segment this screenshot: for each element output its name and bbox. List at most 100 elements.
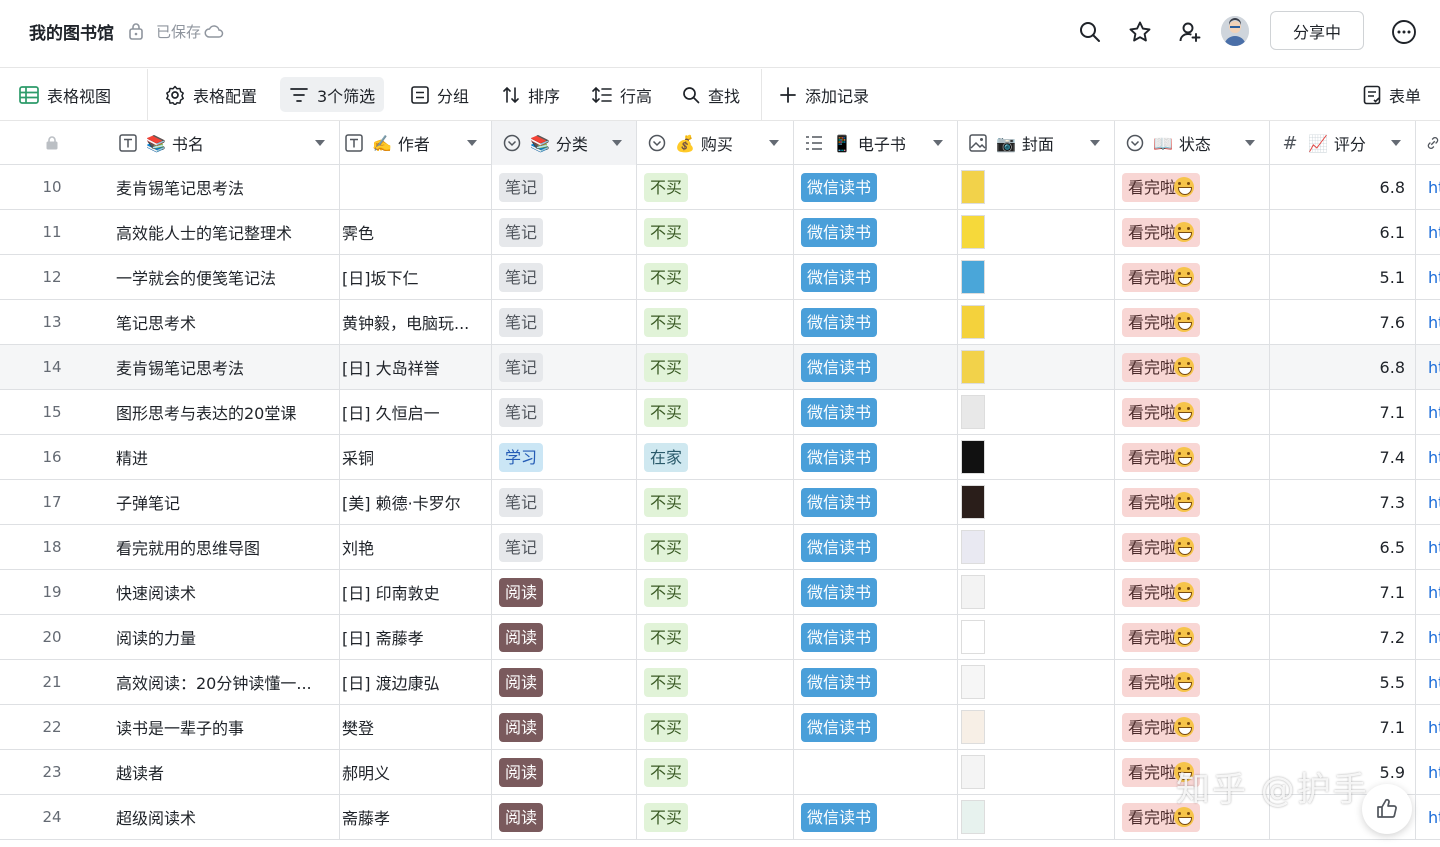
author-cell[interactable]: [美] 赖德·卡罗尔 (340, 480, 492, 524)
book-name-cell[interactable]: 高效阅读：20分钟读懂一... (104, 660, 340, 704)
score-cell[interactable]: 5.5 (1270, 660, 1416, 704)
status-cell[interactable]: 看完啦 (1115, 345, 1270, 389)
category-cell[interactable]: 笔记 (492, 255, 637, 299)
score-cell[interactable]: 7.1 (1270, 390, 1416, 434)
link-cell[interactable]: ht (1416, 300, 1440, 344)
category-cell[interactable]: 阅读 (492, 750, 637, 794)
category-cell[interactable]: 学习 (492, 435, 637, 479)
column-header-buy[interactable]: 💰 购买 (637, 121, 794, 165)
ebook-cell[interactable]: 微信读书 (794, 615, 958, 659)
user-avatar[interactable] (1221, 16, 1249, 46)
grid-view-tab[interactable]: 表格视图 (10, 77, 120, 112)
link-cell[interactable]: ht (1416, 255, 1440, 299)
book-cover-thumbnail[interactable] (961, 710, 985, 744)
book-name-cell[interactable]: 看完就用的思维导图 (104, 525, 340, 569)
table-row[interactable]: 19 快速阅读术 [日] 印南敦史 阅读 不买 微信读书 看完啦 7.1 ht (0, 570, 1440, 615)
link-cell[interactable]: ht (1416, 795, 1440, 839)
author-cell[interactable]: [日]坂下仁 (340, 255, 492, 299)
book-name-cell[interactable]: 精进 (104, 435, 340, 479)
category-cell[interactable]: 笔记 (492, 210, 637, 254)
buy-cell[interactable]: 不买 (637, 300, 794, 344)
buy-cell[interactable]: 不买 (637, 705, 794, 749)
column-header-status[interactable]: 📖 状态 (1115, 121, 1270, 165)
book-name-cell[interactable]: 一学就会的便笺笔记法 (104, 255, 340, 299)
table-row[interactable]: 18 看完就用的思维导图 刘艳 笔记 不买 微信读书 看完啦 6.5 ht (0, 525, 1440, 570)
score-cell[interactable]: 7.2 (1270, 615, 1416, 659)
status-cell[interactable]: 看完啦 (1115, 615, 1270, 659)
score-cell[interactable]: 6.5 (1270, 525, 1416, 569)
buy-cell[interactable]: 不买 (637, 390, 794, 434)
book-cover-thumbnail[interactable] (961, 530, 985, 564)
book-cover-thumbnail[interactable] (961, 260, 985, 294)
chevron-down-icon[interactable] (933, 140, 943, 146)
favorite-button[interactable] (1124, 16, 1156, 48)
link-cell[interactable]: ht (1416, 210, 1440, 254)
cover-cell[interactable] (958, 210, 1115, 254)
book-name-cell[interactable]: 麦肯锡笔记思考法 (104, 165, 340, 209)
book-name-cell[interactable]: 快速阅读术 (104, 570, 340, 614)
score-cell[interactable]: 6.1 (1270, 210, 1416, 254)
book-name-cell[interactable]: 图形思考与表达的20堂课 (104, 390, 340, 434)
score-cell[interactable]: 7.4 (1270, 435, 1416, 479)
column-header-score[interactable]: # 📈 评分 (1270, 121, 1416, 165)
status-cell[interactable]: 看完啦 (1115, 210, 1270, 254)
table-row[interactable]: 20 阅读的力量 [日] 斋藤孝 阅读 不买 微信读书 看完啦 7.2 ht (0, 615, 1440, 660)
buy-cell[interactable]: 不买 (637, 570, 794, 614)
table-row[interactable]: 11 高效能人士的笔记整理术 霁色 笔记 不买 微信读书 看完啦 6.1 ht (0, 210, 1440, 255)
status-cell[interactable]: 看完啦 (1115, 705, 1270, 749)
book-name-cell[interactable]: 子弹笔记 (104, 480, 340, 524)
category-cell[interactable]: 阅读 (492, 705, 637, 749)
author-cell[interactable]: 郝明义 (340, 750, 492, 794)
ebook-cell[interactable]: 微信读书 (794, 705, 958, 749)
ebook-cell[interactable]: 微信读书 (794, 525, 958, 569)
share-button[interactable]: 分享中 (1270, 11, 1364, 50)
category-cell[interactable]: 笔记 (492, 525, 637, 569)
link-cell[interactable]: ht (1416, 615, 1440, 659)
column-header-category[interactable]: 📚 分类 (492, 121, 637, 165)
book-cover-thumbnail[interactable] (961, 755, 985, 789)
table-row[interactable]: 14 麦肯锡笔记思考法 [日] 大岛祥誉 笔记 不买 微信读书 看完啦 6.8 ht (0, 345, 1440, 390)
book-cover-thumbnail[interactable] (961, 305, 985, 339)
book-name-cell[interactable]: 越读者 (104, 750, 340, 794)
add-record-button[interactable]: 添加记录 (770, 77, 878, 112)
link-cell[interactable]: ht (1416, 390, 1440, 434)
link-cell[interactable]: ht (1416, 570, 1440, 614)
chevron-down-icon[interactable] (467, 140, 477, 146)
score-cell[interactable]: 7.6 (1270, 300, 1416, 344)
author-cell[interactable]: [日] 久恒启一 (340, 390, 492, 434)
link-cell[interactable]: ht (1416, 525, 1440, 569)
category-cell[interactable]: 笔记 (492, 345, 637, 389)
link-cell[interactable]: ht (1416, 660, 1440, 704)
cover-cell[interactable] (958, 165, 1115, 209)
book-name-cell[interactable]: 读书是一辈子的事 (104, 705, 340, 749)
filter-button[interactable]: 3个筛选 (280, 77, 385, 112)
cover-cell[interactable] (958, 660, 1115, 704)
link-cell[interactable]: ht (1416, 165, 1440, 209)
table-row[interactable]: 10 麦肯锡笔记思考法 笔记 不买 微信读书 看完啦 6.8 ht (0, 165, 1440, 210)
author-cell[interactable] (340, 165, 492, 209)
author-cell[interactable]: 采铜 (340, 435, 492, 479)
ebook-cell[interactable]: 微信读书 (794, 795, 958, 839)
status-cell[interactable]: 看完啦 (1115, 255, 1270, 299)
cover-cell[interactable] (958, 255, 1115, 299)
cover-cell[interactable] (958, 300, 1115, 344)
book-cover-thumbnail[interactable] (961, 665, 985, 699)
ebook-cell[interactable]: 微信读书 (794, 660, 958, 704)
ebook-cell[interactable] (794, 750, 958, 794)
score-cell[interactable]: 7.1 (1270, 570, 1416, 614)
author-cell[interactable]: 斋藤孝 (340, 795, 492, 839)
chevron-down-icon[interactable] (1245, 140, 1255, 146)
chevron-down-icon[interactable] (769, 140, 779, 146)
chevron-down-icon[interactable] (1391, 140, 1401, 146)
cover-cell[interactable] (958, 570, 1115, 614)
author-cell[interactable]: 霁色 (340, 210, 492, 254)
table-row[interactable]: 13 笔记思考术 黄钟毅，电脑玩... 笔记 不买 微信读书 看完啦 7.6 ht (0, 300, 1440, 345)
status-cell[interactable]: 看完啦 (1115, 435, 1270, 479)
column-header-ebook[interactable]: 📱 电子书 (794, 121, 958, 165)
cover-cell[interactable] (958, 795, 1115, 839)
buy-cell[interactable]: 不买 (637, 480, 794, 524)
author-cell[interactable]: [日] 印南敦史 (340, 570, 492, 614)
category-cell[interactable]: 阅读 (492, 570, 637, 614)
score-cell[interactable]: 6.8 (1270, 165, 1416, 209)
ebook-cell[interactable]: 微信读书 (794, 255, 958, 299)
